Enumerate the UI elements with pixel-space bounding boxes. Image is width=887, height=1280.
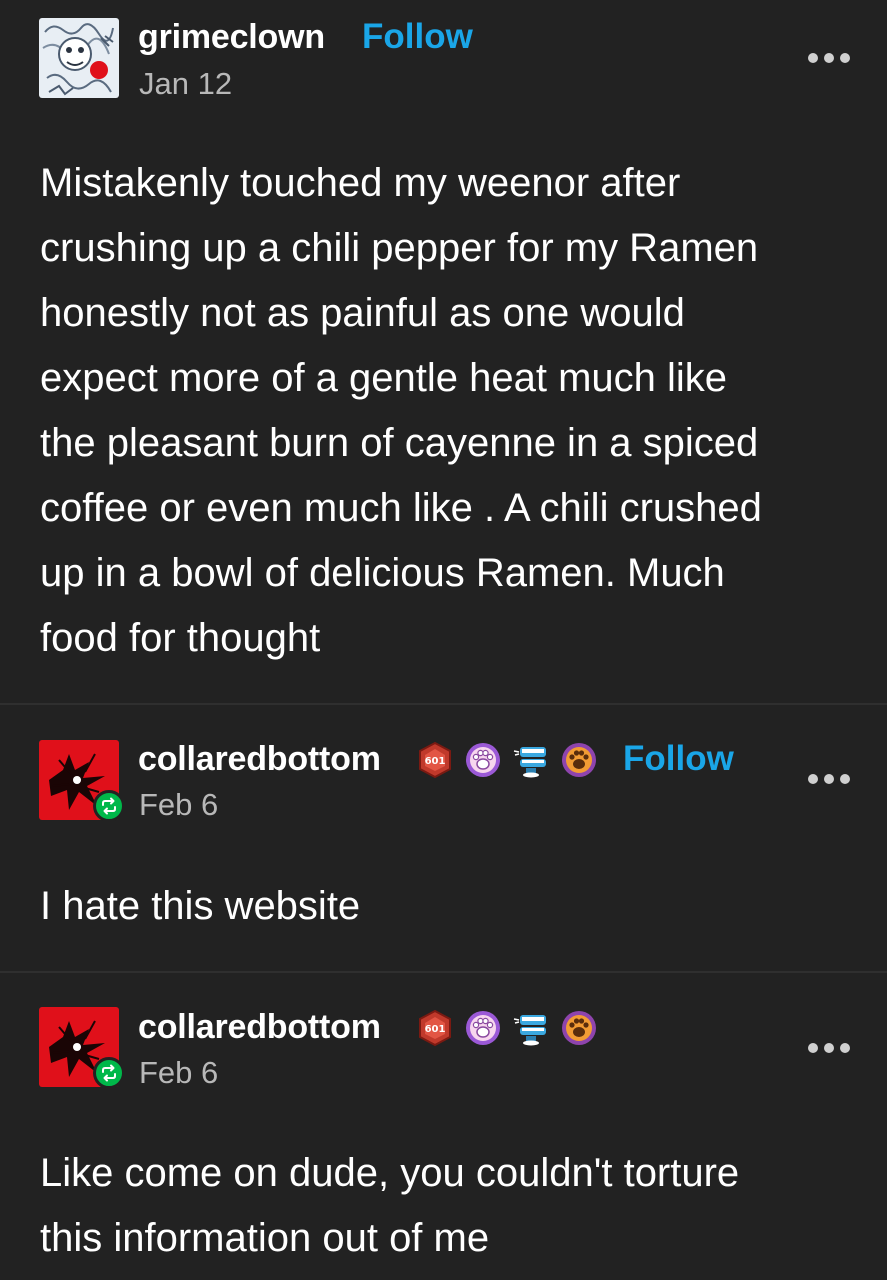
more-options-button[interactable] — [808, 773, 850, 785]
chattering-teeth-badge — [513, 1015, 546, 1046]
post-body: Like come on dude, you couldn't torture … — [40, 1141, 850, 1271]
dot-icon — [840, 1043, 850, 1053]
post-date[interactable]: Feb 6 — [139, 787, 218, 823]
post-body-line: I hate this website — [40, 884, 361, 928]
post-body-line: expect more of a gentle heat much like — [40, 356, 728, 400]
post-body-line: coffee or even much like . A chili crush… — [40, 486, 762, 530]
username[interactable]: collaredbottom — [138, 1008, 381, 1047]
dot-icon — [824, 1043, 834, 1053]
user-badges[interactable]: 601 — [416, 1009, 608, 1047]
reblog-icon — [93, 1057, 125, 1089]
dot-icon — [808, 53, 818, 63]
paw-badge-orange — [562, 1011, 596, 1045]
post-date[interactable]: Feb 6 — [139, 1055, 218, 1091]
post-body-line: Like come on dude, you couldn't torture — [40, 1151, 740, 1195]
dot-icon — [824, 53, 834, 63]
post-body-line: Mistakenly touched my weenor after — [40, 161, 681, 205]
follow-button[interactable]: Follow — [362, 17, 473, 57]
username[interactable]: collaredbottom — [138, 740, 381, 779]
user-badges[interactable]: 601 — [416, 741, 608, 779]
post-body: I hate this website — [40, 874, 850, 939]
post-body-line: up in a bowl of delicious Ramen. Much — [40, 551, 725, 595]
paw-badge-pink — [466, 743, 500, 777]
paw-badge-orange — [562, 743, 596, 777]
paw-badge-pink — [466, 1011, 500, 1045]
post-grimeclown: grimeclown Follow Jan 12 Mistakenly touc… — [0, 0, 887, 703]
clown-doodle-avatar — [39, 18, 119, 98]
post-body-line: honestly not as painful as one would — [40, 291, 685, 335]
follow-button[interactable]: Follow — [623, 739, 734, 779]
more-options-button[interactable] — [808, 52, 850, 64]
post-collaredbottom-reblog: collaredbottom 601 — [0, 973, 887, 1280]
dot-icon — [840, 774, 850, 784]
dot-icon — [824, 774, 834, 784]
post-body-line: this information out of me — [40, 1216, 490, 1260]
more-options-button[interactable] — [808, 1042, 850, 1054]
d20-badge-text: 601 — [425, 1024, 446, 1035]
post-body-line: food for thought — [40, 616, 321, 660]
username[interactable]: grimeclown — [138, 18, 325, 57]
reblog-icon — [93, 790, 125, 822]
avatar[interactable] — [39, 18, 119, 98]
post-body-line: the pleasant burn of cayenne in a spiced — [40, 421, 759, 465]
d20-badge-text: 601 — [425, 756, 446, 767]
post-body-line: crushing up a chili pepper for my Ramen — [40, 226, 759, 270]
dot-icon — [808, 1043, 818, 1053]
dot-icon — [808, 774, 818, 784]
post-body: Mistakenly touched my weenor after crush… — [40, 151, 850, 671]
post-collaredbottom-reblog: collaredbottom 601 — [0, 705, 887, 971]
post-date[interactable]: Jan 12 — [139, 66, 232, 102]
chattering-teeth-badge — [513, 747, 546, 778]
dot-icon — [840, 53, 850, 63]
d20-badge: 601 — [419, 1009, 451, 1047]
d20-badge: 601 — [419, 741, 451, 779]
